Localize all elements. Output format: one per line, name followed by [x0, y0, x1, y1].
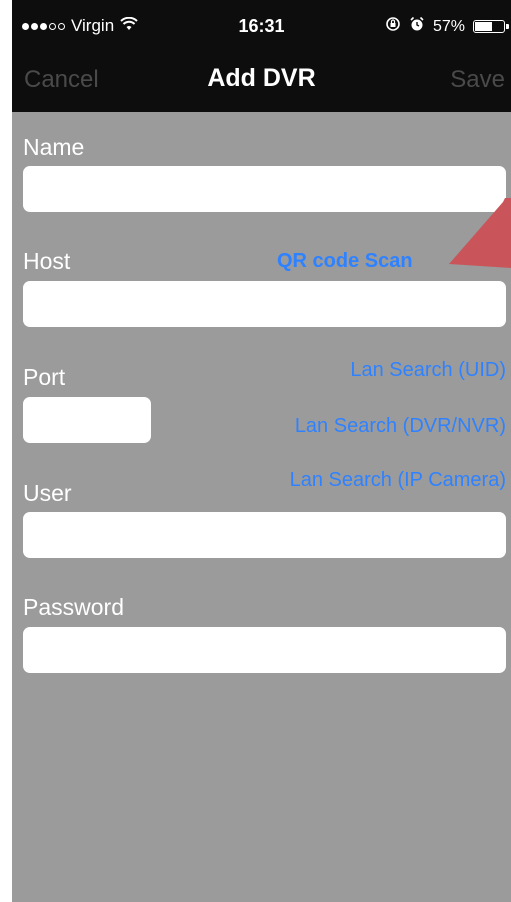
cancel-button[interactable]: Cancel	[24, 66, 99, 94]
save-button[interactable]: Save	[450, 66, 505, 94]
lan-search-uid-link[interactable]: Lan Search (UID)	[350, 359, 506, 382]
password-label: Password	[23, 594, 124, 620]
phone-screen: Virgin 16:31 57% Cancel Add DVR Save Nam…	[12, 0, 511, 902]
navigation-bar: Cancel Add DVR Save	[12, 56, 511, 112]
status-bar: Virgin 16:31 57%	[12, 0, 511, 56]
name-field[interactable]	[23, 166, 506, 212]
password-field[interactable]	[23, 627, 506, 673]
port-field[interactable]	[23, 397, 151, 443]
alarm-icon	[409, 16, 425, 37]
battery-icon	[473, 20, 509, 33]
name-label: Name	[23, 134, 85, 160]
lan-search-dvr-nvr-link[interactable]: Lan Search (DVR/NVR)	[295, 415, 506, 438]
red-pointer-arrow	[449, 198, 511, 268]
port-label: Port	[23, 364, 66, 390]
battery-level-fill	[475, 22, 493, 31]
host-label: Host	[23, 248, 71, 274]
status-right: 57%	[385, 16, 509, 37]
orientation-lock-icon	[385, 16, 401, 37]
user-label: User	[23, 480, 72, 506]
qr-code-scan-link[interactable]: QR code Scan	[277, 250, 413, 273]
host-field[interactable]	[23, 281, 506, 327]
user-field[interactable]	[23, 512, 506, 558]
lan-search-ip-camera-link[interactable]: Lan Search (IP Camera)	[290, 469, 506, 492]
battery-percent: 57%	[432, 17, 465, 35]
